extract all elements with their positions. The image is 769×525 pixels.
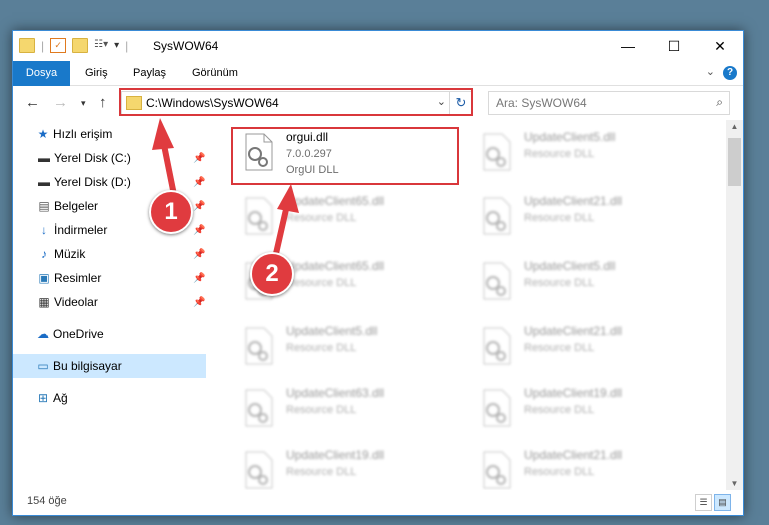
step-2-marker: 2 [250,252,294,296]
arrow-2-head [277,184,299,213]
arrow-2-shaft [272,204,290,259]
annotation-arrows [152,118,299,259]
arrow-1-head [152,118,174,150]
step-1-marker: 1 [149,190,193,234]
